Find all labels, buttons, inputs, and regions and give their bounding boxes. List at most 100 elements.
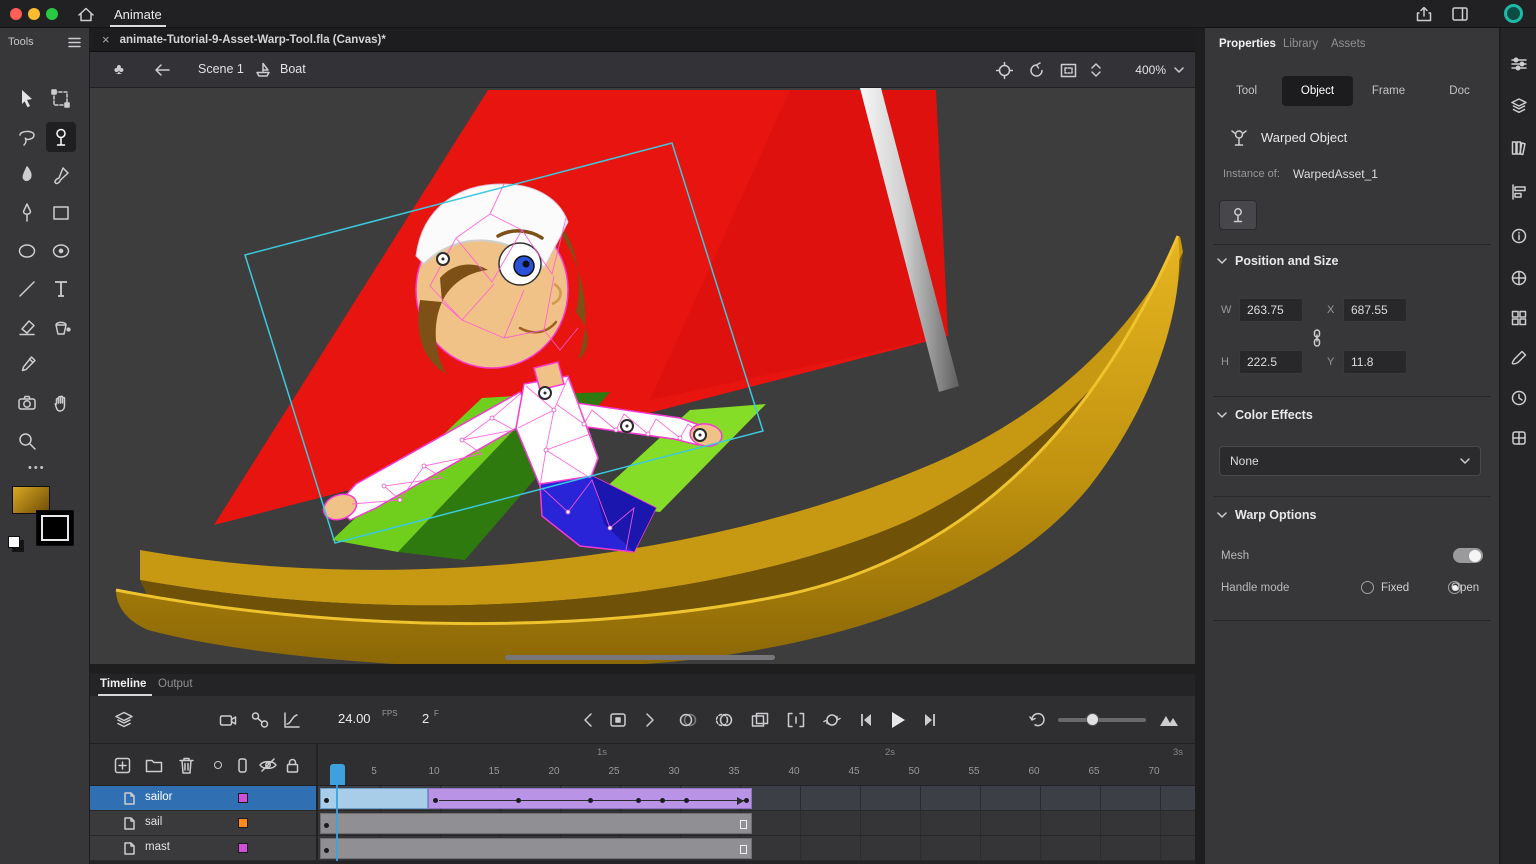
width-field[interactable]: 263.75 xyxy=(1239,298,1303,322)
canvas-h-scrollbar[interactable] xyxy=(505,655,775,660)
oval-tool[interactable] xyxy=(12,236,42,266)
doc-tab-close-button[interactable]: × xyxy=(102,32,110,47)
tab-output[interactable]: Output xyxy=(158,678,193,690)
subtab-frame[interactable]: Frame xyxy=(1353,76,1424,106)
timeline-zoom-slider[interactable] xyxy=(1058,718,1146,722)
fluid-brush-tool[interactable] xyxy=(12,160,42,190)
layer-color-swatch[interactable] xyxy=(238,818,248,828)
breadcrumb-scene[interactable]: Scene 1 xyxy=(198,62,244,76)
timeline-zoom-slider-handle[interactable] xyxy=(1086,713,1099,726)
layer-color-swatch[interactable] xyxy=(238,843,248,853)
handle-fixed-label[interactable]: Fixed xyxy=(1381,582,1409,594)
more-tools-button[interactable]: ••• xyxy=(28,462,46,474)
position-size-section-header[interactable]: Position and Size xyxy=(1217,254,1339,268)
clip-content-button[interactable] xyxy=(1058,61,1078,79)
line-tool[interactable] xyxy=(12,274,42,304)
tab-timeline[interactable]: Timeline xyxy=(100,678,146,690)
eyedropper-tool[interactable] xyxy=(12,350,42,380)
camera-tool[interactable] xyxy=(12,388,42,418)
free-transform-tool[interactable] xyxy=(46,84,76,114)
tab-properties[interactable]: Properties xyxy=(1219,38,1276,50)
handle-open-label[interactable]: Open xyxy=(1451,582,1479,594)
layer-color-swatch[interactable] xyxy=(238,793,248,803)
back-button[interactable] xyxy=(152,61,172,79)
link-dimensions-toggle[interactable] xyxy=(1309,328,1325,348)
show-hide-all-button[interactable] xyxy=(258,757,278,773)
doc-tab-title[interactable]: animate-Tutorial-9-Asset-Warp-Tool.fla (… xyxy=(120,34,386,46)
rectangle-tool[interactable] xyxy=(46,198,76,228)
align-panel-button[interactable] xyxy=(1509,182,1529,202)
info-panel-button[interactable] xyxy=(1509,226,1529,246)
playhead-line[interactable] xyxy=(336,764,338,861)
modify-markers-button[interactable] xyxy=(786,710,806,730)
stage[interactable] xyxy=(90,88,1195,664)
graph-editor-button[interactable] xyxy=(282,710,302,730)
subtab-doc[interactable]: Doc xyxy=(1424,76,1495,106)
lock-all-button[interactable] xyxy=(284,757,300,773)
current-frame-value[interactable]: 2 xyxy=(422,711,429,726)
tab-assets[interactable]: Assets xyxy=(1331,38,1366,50)
stroke-color-swatch[interactable] xyxy=(36,510,74,546)
traffic-minimize-button[interactable] xyxy=(28,8,40,20)
components-panel-button[interactable] xyxy=(1509,428,1529,448)
text-tool[interactable] xyxy=(46,274,76,304)
ink-bottle-tool[interactable] xyxy=(46,312,76,342)
play-button[interactable] xyxy=(886,708,910,732)
step-forward-button[interactable] xyxy=(640,710,660,730)
selection-tool[interactable] xyxy=(12,84,42,114)
layer-row-sailor-name[interactable]: sailor xyxy=(90,786,318,811)
app-tab[interactable]: Animate xyxy=(104,0,172,28)
layer-panel-toggle-button[interactable] xyxy=(114,710,134,730)
classic-brush-tool[interactable] xyxy=(46,160,76,190)
swatches-panel-button[interactable] xyxy=(1509,308,1529,328)
frame-span-gray[interactable] xyxy=(320,813,752,834)
home-button[interactable] xyxy=(76,5,96,23)
color-effects-section-header[interactable]: Color Effects xyxy=(1217,408,1313,422)
pen-tool[interactable] xyxy=(12,198,42,228)
asset-warp-tool[interactable] xyxy=(46,122,76,152)
mesh-toggle[interactable] xyxy=(1453,548,1483,563)
layer-row-sailor-frames[interactable] xyxy=(318,786,1195,811)
add-folder-button[interactable] xyxy=(144,755,164,775)
tween-span-purple[interactable] xyxy=(428,788,752,809)
tab-library[interactable]: Library xyxy=(1283,38,1318,50)
brushes-panel-button[interactable] xyxy=(1509,348,1529,368)
show-parenting-button[interactable] xyxy=(250,710,270,730)
traffic-close-button[interactable] xyxy=(10,8,22,20)
add-layer-button[interactable] xyxy=(112,755,132,775)
instance-name[interactable]: WarpedAsset_1 xyxy=(1293,167,1378,181)
asset-warp-pin-button[interactable] xyxy=(1219,200,1257,230)
add-camera-button[interactable] xyxy=(218,710,238,730)
height-field[interactable]: 222.5 xyxy=(1239,350,1303,374)
workspace-button[interactable] xyxy=(1450,5,1470,23)
library-panel-button[interactable] xyxy=(1509,138,1529,158)
subtab-tool[interactable]: Tool xyxy=(1211,76,1282,106)
eraser-tool[interactable] xyxy=(12,312,42,342)
onion-skin-button[interactable] xyxy=(678,710,698,730)
primitive-oval-tool[interactable] xyxy=(46,236,76,266)
subtab-object[interactable]: Object xyxy=(1282,76,1353,106)
x-field[interactable]: 687.55 xyxy=(1343,298,1407,322)
timeline-zoom-reset-button[interactable] xyxy=(1028,710,1048,730)
properties-sliders-panel-button[interactable] xyxy=(1509,54,1529,74)
go-to-last-frame-button[interactable] xyxy=(920,710,940,730)
highlight-column-icon[interactable] xyxy=(236,757,248,773)
layer-row-sail-name[interactable]: sail xyxy=(90,811,318,836)
zoom-dropdown[interactable]: 400% xyxy=(1112,58,1184,82)
current-frame-button[interactable] xyxy=(608,710,628,730)
layer-row-sail-frames[interactable] xyxy=(318,811,1195,836)
clover-icon[interactable]: ♣ xyxy=(114,61,124,78)
zoom-tool[interactable] xyxy=(12,426,42,456)
history-panel-button[interactable] xyxy=(1509,388,1529,408)
lasso-tool[interactable] xyxy=(12,122,42,152)
tools-panel-menu-icon[interactable] xyxy=(66,35,82,49)
hand-tool[interactable] xyxy=(46,388,76,418)
edit-multiple-frames-button[interactable] xyxy=(750,710,770,730)
breadcrumb-symbol[interactable]: Boat xyxy=(280,62,306,76)
loop-button[interactable] xyxy=(822,710,842,730)
go-to-first-frame-button[interactable] xyxy=(856,710,876,730)
default-colors-icon[interactable] xyxy=(8,536,20,548)
fps-value[interactable]: 24.00 xyxy=(338,711,371,726)
frame-span-gray[interactable] xyxy=(320,838,752,859)
zoom-stepper[interactable] xyxy=(1090,59,1102,81)
